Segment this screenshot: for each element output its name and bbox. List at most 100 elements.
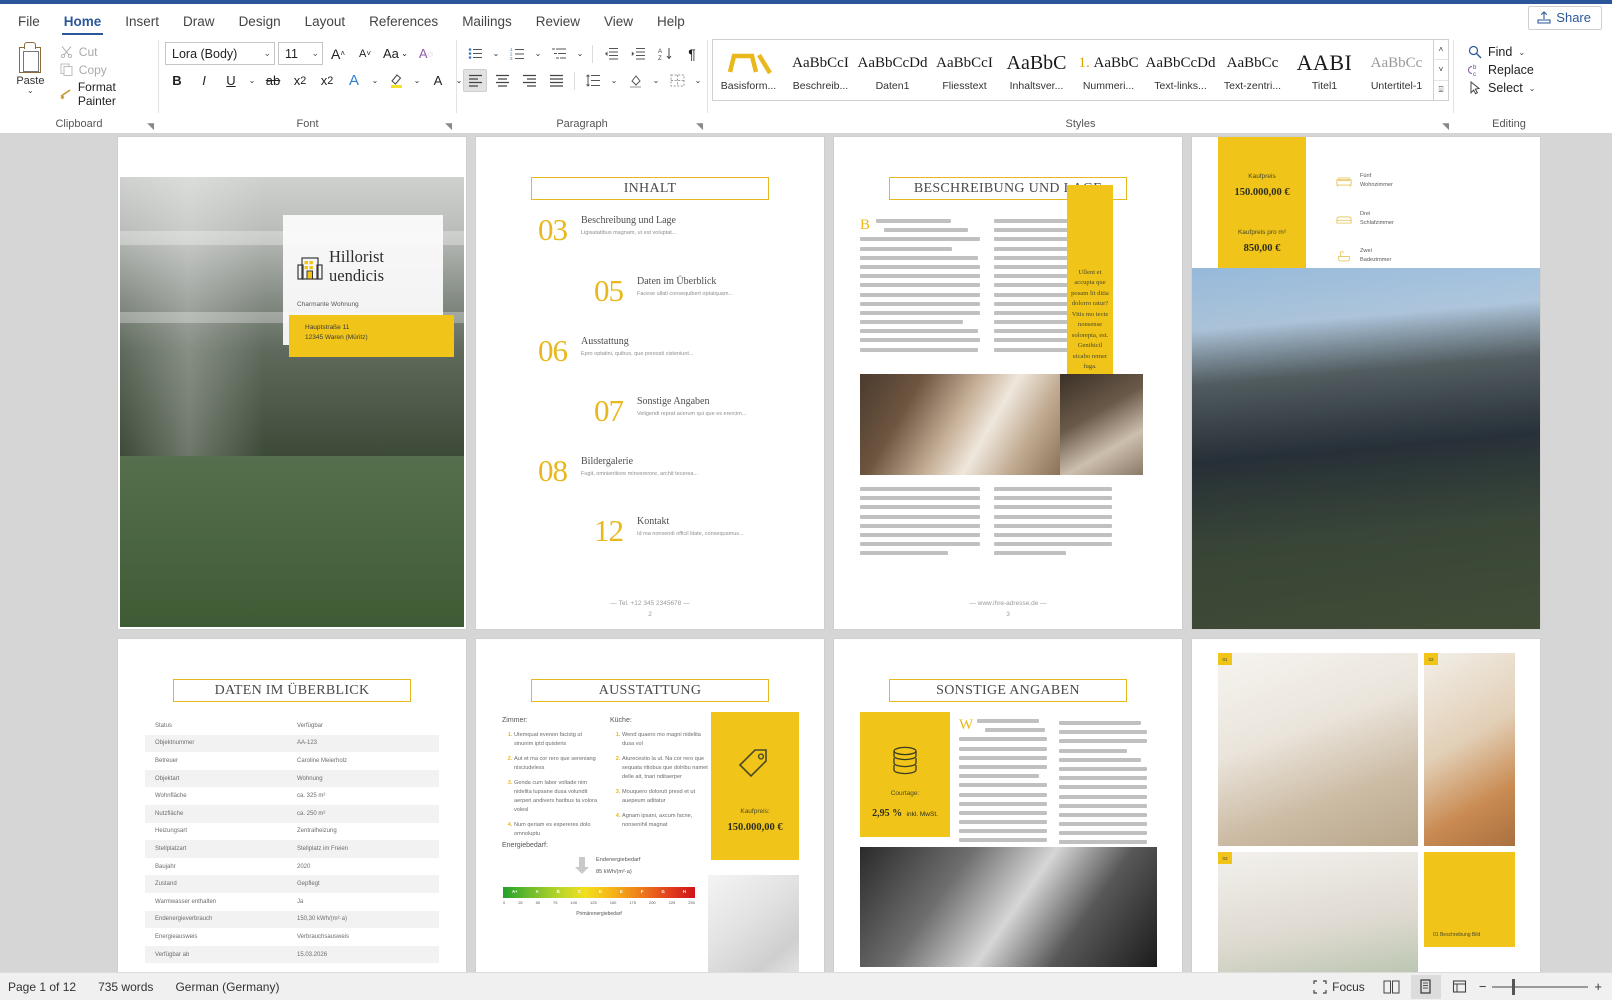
numbering-caret-icon[interactable]: ⌄ — [532, 42, 544, 65]
text-effects-button[interactable]: A — [342, 69, 366, 92]
font-color-button[interactable]: A — [426, 69, 450, 92]
font-size-combo[interactable]: 11 ⌄ — [278, 42, 323, 65]
style-item-fliesstext[interactable]: AaBbCcI Fliesstext — [929, 40, 1001, 100]
grow-font-button[interactable]: A ˄ — [326, 42, 350, 65]
font-dialog-launcher[interactable]: ◥ — [445, 121, 452, 132]
word-count[interactable]: 735 words — [98, 980, 153, 994]
zoom-in-button[interactable]: + — [1594, 979, 1602, 994]
style-item-nummeri[interactable]: 1. AaBbC Nummeri... — [1073, 40, 1145, 100]
copy-button[interactable]: Copy — [59, 62, 152, 77]
tab-draw[interactable]: Draw — [171, 15, 227, 36]
bullets-button[interactable] — [463, 42, 487, 65]
gallery-image-02[interactable]: 02 — [1424, 653, 1515, 846]
increase-indent-button[interactable] — [626, 42, 650, 65]
line-spacing-button[interactable] — [581, 69, 605, 92]
zoom-slider[interactable]: − + — [1479, 978, 1602, 995]
style-item-text-zentriert[interactable]: AaBbCc Text-zentri... — [1217, 40, 1289, 100]
style-item-inhaltsver[interactable]: AaBbC Inhaltsver... — [1001, 40, 1073, 100]
zoom-thumb[interactable] — [1512, 978, 1516, 995]
page-sonstige[interactable]: SONSTIGE ANGABEN Courtage: 2,95 % inkl. … — [834, 639, 1182, 972]
cut-button[interactable]: Cut — [59, 44, 152, 59]
sort-button[interactable]: AZ — [653, 42, 677, 65]
share-button[interactable]: Share — [1528, 6, 1602, 30]
find-button[interactable]: Find ⌄ — [1468, 45, 1535, 59]
tab-design[interactable]: Design — [227, 15, 293, 36]
change-case-button[interactable]: Aa ⌄ — [380, 42, 411, 65]
tab-home[interactable]: Home — [52, 15, 114, 36]
superscript-button[interactable]: x2 — [315, 69, 339, 92]
styles-scroll-up-icon[interactable]: ˄ — [1434, 40, 1448, 61]
toc-entry-07[interactable]: 07 Sonstige Angaben Veligendi reprat ace… — [594, 395, 746, 426]
clear-formatting-button[interactable]: A ◌ — [414, 42, 438, 65]
language-indicator[interactable]: German (Germany) — [175, 980, 279, 994]
focus-button[interactable]: Focus — [1313, 980, 1365, 994]
clipboard-dialog-launcher[interactable]: ◥ — [147, 121, 154, 132]
tab-references[interactable]: References — [357, 15, 450, 36]
styles-more-icon[interactable]: ⍗ — [1434, 81, 1448, 100]
line-spacing-caret-icon[interactable]: ⌄ — [608, 69, 620, 92]
page-cover[interactable]: Hillorist uendicis Charmante Wohnung Hau… — [118, 137, 466, 629]
italic-button[interactable]: I — [192, 69, 216, 92]
tab-review[interactable]: Review — [524, 15, 592, 36]
toc-entry-08[interactable]: 08 Bildergalerie Fugit, omnienitiore min… — [538, 455, 698, 486]
tab-view[interactable]: View — [592, 15, 645, 36]
style-item-beschreib[interactable]: AaBbCcI Beschreib... — [785, 40, 857, 100]
multilevel-list-button[interactable] — [547, 42, 571, 65]
strikethrough-button[interactable]: ab — [261, 69, 285, 92]
justify-button[interactable] — [544, 69, 568, 92]
numbering-button[interactable]: 123 — [505, 42, 529, 65]
font-name-combo[interactable]: Lora (Body) ⌄ — [165, 42, 275, 65]
paste-caret-icon[interactable]: ⌄ — [27, 87, 34, 95]
tab-file[interactable]: File — [6, 15, 52, 36]
style-item-text-links[interactable]: AaBbCcDd Text-links... — [1145, 40, 1217, 100]
paragraph-dialog-launcher[interactable]: ◥ — [696, 121, 703, 132]
text-effects-caret-icon[interactable]: ⌄ — [369, 69, 381, 92]
read-mode-button[interactable] — [1377, 975, 1407, 999]
tab-mailings[interactable]: Mailings — [450, 15, 524, 36]
underline-button[interactable]: U — [219, 69, 243, 92]
borders-caret-icon[interactable]: ⌄ — [692, 69, 704, 92]
align-center-button[interactable] — [490, 69, 514, 92]
align-left-button[interactable] — [463, 69, 487, 92]
style-item-basisform[interactable]: Basisform... — [713, 40, 785, 100]
select-caret-icon[interactable]: ⌄ — [1529, 84, 1536, 93]
gallery-image-01[interactable]: 01 — [1218, 653, 1418, 846]
tab-layout[interactable]: Layout — [293, 15, 358, 36]
gallery-image-03[interactable]: 03 — [1218, 852, 1418, 972]
style-item-titel1[interactable]: AABI Titel1 — [1289, 40, 1361, 100]
web-layout-button[interactable] — [1445, 975, 1475, 999]
tab-insert[interactable]: Insert — [113, 15, 171, 36]
document-canvas[interactable]: Hillorist uendicis Charmante Wohnung Hau… — [0, 135, 1612, 972]
bold-button[interactable]: B — [165, 69, 189, 92]
show-formatting-marks-button[interactable]: ¶ — [680, 42, 704, 65]
decrease-indent-button[interactable] — [599, 42, 623, 65]
multilevel-caret-icon[interactable]: ⌄ — [574, 42, 586, 65]
style-item-untertitel1[interactable]: AaBbCc Untertitel-1 — [1361, 40, 1433, 100]
shading-button[interactable] — [623, 69, 647, 92]
page-beschreibung[interactable]: BESCHREIBUNG UND LAGE B Ullent et accupt… — [834, 137, 1182, 629]
text-highlight-button[interactable] — [384, 69, 408, 92]
bullets-caret-icon[interactable]: ⌄ — [490, 42, 502, 65]
page-daten[interactable]: DATEN IM ÜBERBLICK Status Verfügbar Objek… — [118, 639, 466, 972]
format-painter-button[interactable]: Format Painter — [59, 80, 152, 108]
page-galerie[interactable]: 01 02 03 01 Beschreibung Bild — [1192, 639, 1540, 972]
replace-button[interactable]: bc Replace — [1468, 63, 1535, 77]
shrink-font-button[interactable]: A ˅ — [353, 42, 377, 65]
page-eckdaten[interactable]: Kaufpreis 150.000,00 € Kaufpreis pro m² … — [1192, 137, 1540, 629]
find-caret-icon[interactable]: ⌄ — [1518, 48, 1525, 57]
toc-entry-12[interactable]: 12 Kontakt Id ma nonsendi officil litate… — [594, 515, 744, 546]
styles-scroll[interactable]: ˄ ˅ ⍗ — [1434, 39, 1449, 101]
toc-entry-05[interactable]: 05 Daten im Überblick Facese ullati cons… — [594, 275, 733, 306]
page-ausstattung[interactable]: AUSSTATTUNG Zimmer: Utemquat evenon faci… — [476, 639, 824, 972]
shading-caret-icon[interactable]: ⌄ — [650, 69, 662, 92]
styles-dialog-launcher[interactable]: ◥ — [1442, 121, 1449, 132]
align-right-button[interactable] — [517, 69, 541, 92]
styles-scroll-down-icon[interactable]: ˅ — [1434, 60, 1448, 81]
zoom-track[interactable] — [1492, 978, 1589, 995]
zoom-out-button[interactable]: − — [1479, 979, 1487, 994]
select-button[interactable]: Select ⌄ — [1468, 81, 1535, 95]
print-layout-button[interactable] — [1410, 974, 1441, 999]
page-toc[interactable]: INHALT 03 Beschreibung und Lage Ligisata… — [476, 137, 824, 629]
tab-help[interactable]: Help — [645, 15, 697, 36]
page-info[interactable]: Page 1 of 12 — [8, 980, 76, 994]
